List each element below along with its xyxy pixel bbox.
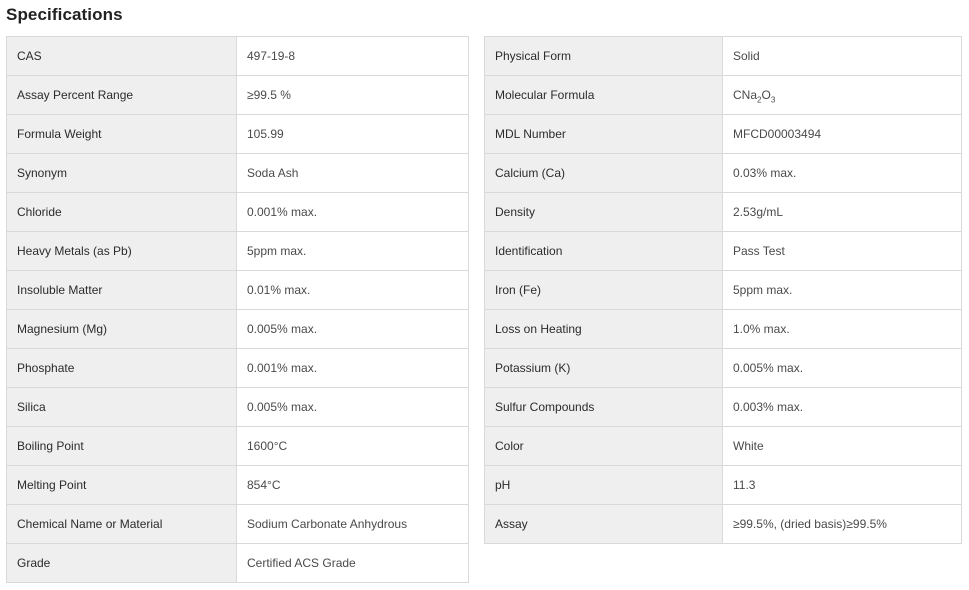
spec-row: Physical Form Solid — [484, 36, 962, 76]
specifications-table-left: CAS 497-19-8 Assay Percent Range ≥99.5 % F… — [6, 36, 469, 583]
spec-label: Boiling Point — [6, 426, 237, 466]
spec-value: 5ppm max. — [236, 231, 469, 271]
spec-value: 0.01% max. — [236, 270, 469, 310]
spec-label: Assay Percent Range — [6, 75, 237, 115]
spec-label: Color — [484, 426, 723, 466]
spec-value: 0.001% max. — [236, 192, 469, 232]
spec-value: Pass Test — [722, 231, 962, 271]
spec-value: 1.0% max. — [722, 309, 962, 349]
spec-label: Molecular Formula — [484, 75, 723, 115]
spec-value: Soda Ash — [236, 153, 469, 193]
spec-value: 105.99 — [236, 114, 469, 154]
spec-label: Density — [484, 192, 723, 232]
spec-row: CAS 497-19-8 — [6, 36, 469, 76]
spec-value: ≥99.5%, (dried basis)≥99.5% — [722, 504, 962, 544]
spec-row: MDL Number MFCD00003494 — [484, 114, 962, 154]
spec-row: Insoluble Matter 0.01% max. — [6, 270, 469, 310]
formula-subscript: 3 — [770, 95, 776, 105]
spec-value: 0.005% max. — [722, 348, 962, 388]
spec-label: Calcium (Ca) — [484, 153, 723, 193]
spec-value: Sodium Carbonate Anhydrous — [236, 504, 469, 544]
spec-value: 0.003% max. — [722, 387, 962, 427]
spec-label: Physical Form — [484, 36, 723, 76]
spec-row: Identification Pass Test — [484, 231, 962, 271]
spec-value: 0.001% max. — [236, 348, 469, 388]
spec-row: Grade Certified ACS Grade — [6, 543, 469, 583]
spec-row: Silica 0.005% max. — [6, 387, 469, 427]
spec-row: Phosphate 0.001% max. — [6, 348, 469, 388]
spec-value: 0.005% max. — [236, 387, 469, 427]
spec-label: Melting Point — [6, 465, 237, 505]
spec-label: pH — [484, 465, 723, 505]
spec-label: Insoluble Matter — [6, 270, 237, 310]
spec-value: Certified ACS Grade — [236, 543, 469, 583]
spec-value: 1600°C — [236, 426, 469, 466]
spec-label: Chloride — [6, 192, 237, 232]
spec-row: Melting Point 854°C — [6, 465, 469, 505]
spec-value: 0.005% max. — [236, 309, 469, 349]
spec-label: Chemical Name or Material — [6, 504, 237, 544]
spec-row: Synonym Soda Ash — [6, 153, 469, 193]
spec-label: Silica — [6, 387, 237, 427]
spec-value: White — [722, 426, 962, 466]
spec-row: Iron (Fe) 5ppm max. — [484, 270, 962, 310]
spec-row: Calcium (Ca) 0.03% max. — [484, 153, 962, 193]
spec-row: Sulfur Compounds 0.003% max. — [484, 387, 962, 427]
spec-value: 0.03% max. — [722, 153, 962, 193]
spec-row: Chloride 0.001% max. — [6, 192, 469, 232]
spec-label: Potassium (K) — [484, 348, 723, 388]
spec-label: Heavy Metals (as Pb) — [6, 231, 237, 271]
spec-label: Phosphate — [6, 348, 237, 388]
spec-row: Potassium (K) 0.005% max. — [484, 348, 962, 388]
section-title: Specifications — [6, 5, 123, 24]
spec-value: MFCD00003494 — [722, 114, 962, 154]
spec-row: Loss on Heating 1.0% max. — [484, 309, 962, 349]
spec-row: Density 2.53g/mL — [484, 192, 962, 232]
spec-label: Grade — [6, 543, 237, 583]
formula-part: O — [761, 88, 771, 102]
specifications-page: Specifications CAS 497-19-8 Assay Percent… — [0, 0, 969, 590]
spec-value: 497-19-8 — [236, 36, 469, 76]
spec-label: MDL Number — [484, 114, 723, 154]
formula-part: CNa — [733, 88, 758, 102]
spec-label: Iron (Fe) — [484, 270, 723, 310]
spec-value: 11.3 — [722, 465, 962, 505]
spec-value: 854°C — [236, 465, 469, 505]
spec-label: Synonym — [6, 153, 237, 193]
spec-row: Molecular Formula CNa2O3 — [484, 75, 962, 115]
spec-value: ≥99.5 % — [236, 75, 469, 115]
spec-row: pH 11.3 — [484, 465, 962, 505]
spec-label: CAS — [6, 36, 237, 76]
spec-value: Solid — [722, 36, 962, 76]
specifications-table-right: Physical Form Solid Molecular Formula CNa… — [484, 36, 962, 544]
spec-label: Identification — [484, 231, 723, 271]
spec-value: 5ppm max. — [722, 270, 962, 310]
spec-row: Assay Percent Range ≥99.5 % — [6, 75, 469, 115]
spec-row: Chemical Name or Material Sodium Carbonat… — [6, 504, 469, 544]
molecular-formula-value: CNa2O3 — [722, 75, 962, 115]
spec-row: Boiling Point 1600°C — [6, 426, 469, 466]
spec-label: Sulfur Compounds — [484, 387, 723, 427]
spec-label: Formula Weight — [6, 114, 237, 154]
spec-value: 2.53g/mL — [722, 192, 962, 232]
spec-row: Color White — [484, 426, 962, 466]
spec-label: Assay — [484, 504, 723, 544]
spec-label: Loss on Heating — [484, 309, 723, 349]
spec-row: Heavy Metals (as Pb) 5ppm max. — [6, 231, 469, 271]
spec-row: Magnesium (Mg) 0.005% max. — [6, 309, 469, 349]
spec-row: Formula Weight 105.99 — [6, 114, 469, 154]
spec-row: Assay ≥99.5%, (dried basis)≥99.5% — [484, 504, 962, 544]
spec-label: Magnesium (Mg) — [6, 309, 237, 349]
